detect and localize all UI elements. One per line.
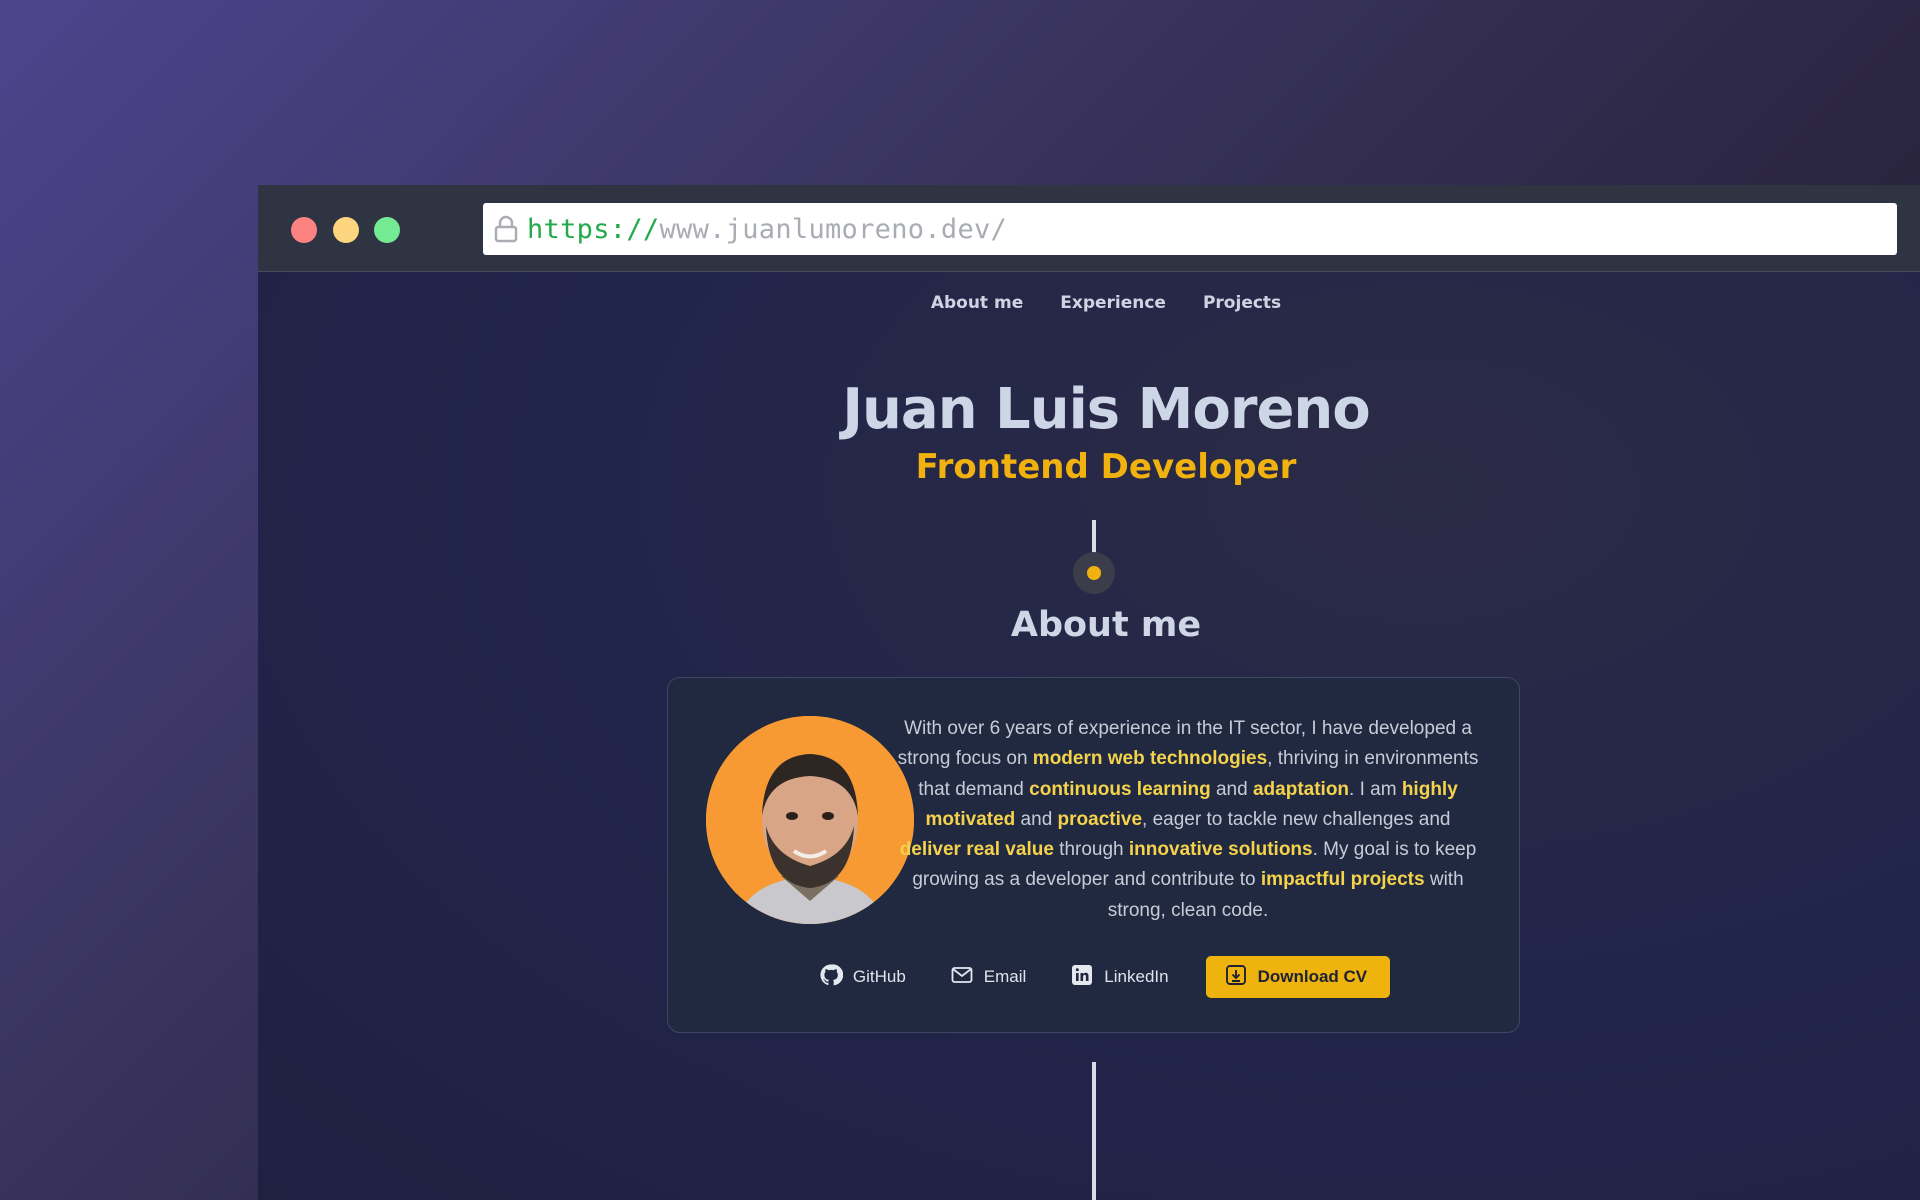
download-icon	[1224, 963, 1248, 992]
bio-highlight: proactive	[1057, 808, 1143, 830]
minimize-window-button[interactable]	[333, 217, 359, 243]
nav-experience[interactable]: Experience	[1060, 293, 1166, 313]
about-links: GitHub Email LinkedIn Download CV	[668, 956, 1519, 998]
bio-highlight: deliver real value	[899, 839, 1054, 861]
bio-highlight: impactful projects	[1260, 869, 1425, 891]
url-text: https://www.juanlumoreno.dev/	[527, 214, 1007, 245]
timeline-line-bottom	[1092, 1062, 1096, 1200]
nav-about-me[interactable]: About me	[931, 293, 1023, 313]
bio-text: , eager to tackle new challenges and	[1142, 808, 1451, 830]
nav-projects[interactable]: Projects	[1203, 293, 1281, 313]
bio-highlight: adaptation	[1252, 778, 1350, 800]
linkedin-icon	[1070, 963, 1094, 992]
close-window-button[interactable]	[291, 217, 317, 243]
avatar	[706, 716, 914, 924]
browser-window: https://www.juanlumoreno.dev/ About me E…	[258, 185, 1920, 1200]
hero-name: Juan Luis Moreno	[842, 377, 1371, 442]
github-label: GitHub	[852, 967, 906, 986]
site-nav: About me Experience Projects	[258, 293, 1920, 313]
timeline-node	[1073, 552, 1115, 594]
lock-icon	[493, 215, 519, 243]
timeline-line	[1092, 520, 1096, 553]
download-cv-button[interactable]: Download CV	[1205, 956, 1391, 998]
section-title-about: About me	[1010, 605, 1202, 645]
bio-text: and	[1210, 778, 1253, 800]
bio-highlight: modern web technologies	[1032, 748, 1268, 770]
url-protocol: https://	[527, 213, 660, 245]
github-link[interactable]: GitHub	[797, 956, 928, 998]
email-link[interactable]: Email	[928, 956, 1049, 998]
linkedin-link[interactable]: LinkedIn	[1048, 956, 1190, 998]
bio-highlight: continuous learning	[1029, 778, 1211, 800]
address-bar[interactable]: https://www.juanlumoreno.dev/	[483, 203, 1897, 255]
bio-text: through	[1053, 839, 1129, 861]
browser-titlebar: https://www.juanlumoreno.dev/	[258, 185, 1920, 272]
linkedin-label: LinkedIn	[1104, 967, 1169, 986]
email-label: Email	[983, 967, 1027, 986]
url-host: www.juanlumoreno.dev/	[659, 213, 1008, 245]
bio-text: . I am	[1349, 778, 1402, 800]
about-bio: With over 6 years of experience in the I…	[894, 714, 1482, 926]
bio-highlight: innovative solutions	[1128, 839, 1313, 861]
download-cv-label: Download CV	[1257, 967, 1368, 986]
github-icon	[819, 963, 844, 992]
about-card: With over 6 years of experience in the I…	[667, 677, 1520, 1033]
bio-text: and	[1015, 808, 1058, 830]
maximize-window-button[interactable]	[374, 217, 400, 243]
mail-icon	[950, 963, 974, 992]
hero-role: Frontend Developer	[915, 447, 1297, 487]
